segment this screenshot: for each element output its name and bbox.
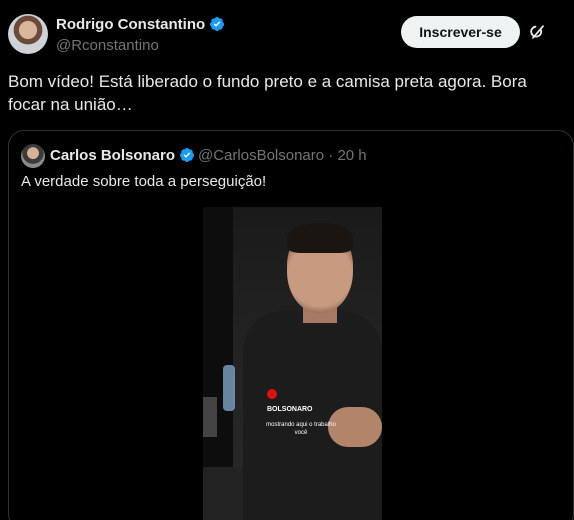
quoted-tweet[interactable]: Carlos Bolsonaro @CarlosBolsonaro · 20 h… xyxy=(8,130,574,520)
video-figure-hair xyxy=(287,223,353,253)
quote-author-name[interactable]: Carlos Bolsonaro xyxy=(50,147,195,164)
video-water-bottle xyxy=(223,365,235,411)
video-player[interactable]: BOLSONARO mostrando aqui o trabalho você xyxy=(203,207,382,520)
author-handle[interactable]: @Rconstantino xyxy=(56,37,159,54)
verified-badge-icon xyxy=(180,148,195,162)
quote-author-avatar[interactable] xyxy=(21,144,45,168)
logo-dot-icon xyxy=(267,389,277,399)
video-cup xyxy=(203,397,217,437)
video-logo-badge: BOLSONARO xyxy=(267,389,323,413)
tweet-header: Rodrigo Constantino @Rconstantino Inscre… xyxy=(8,14,566,58)
author-avatar[interactable] xyxy=(8,14,48,54)
tweet-text: Bom vídeo! Está liberado o fundo preto e… xyxy=(8,72,527,114)
quote-handle-time[interactable]: @CarlosBolsonaro · 20 h xyxy=(198,147,367,164)
quote-author-name-text[interactable]: Carlos Bolsonaro xyxy=(50,147,175,164)
author-name-text[interactable]: Rodrigo Constantino xyxy=(56,16,205,33)
grok-icon[interactable] xyxy=(528,22,548,42)
author-name[interactable]: Rodrigo Constantino xyxy=(56,16,225,33)
verified-badge-icon xyxy=(210,17,225,31)
subscribe-button[interactable]: Inscrever-se xyxy=(401,16,520,48)
video-logo-text: BOLSONARO xyxy=(267,406,313,413)
quote-text: A verdade sobre toda a perseguição! xyxy=(21,173,267,190)
video-caption: mostrando aqui o trabalho você xyxy=(266,422,336,436)
